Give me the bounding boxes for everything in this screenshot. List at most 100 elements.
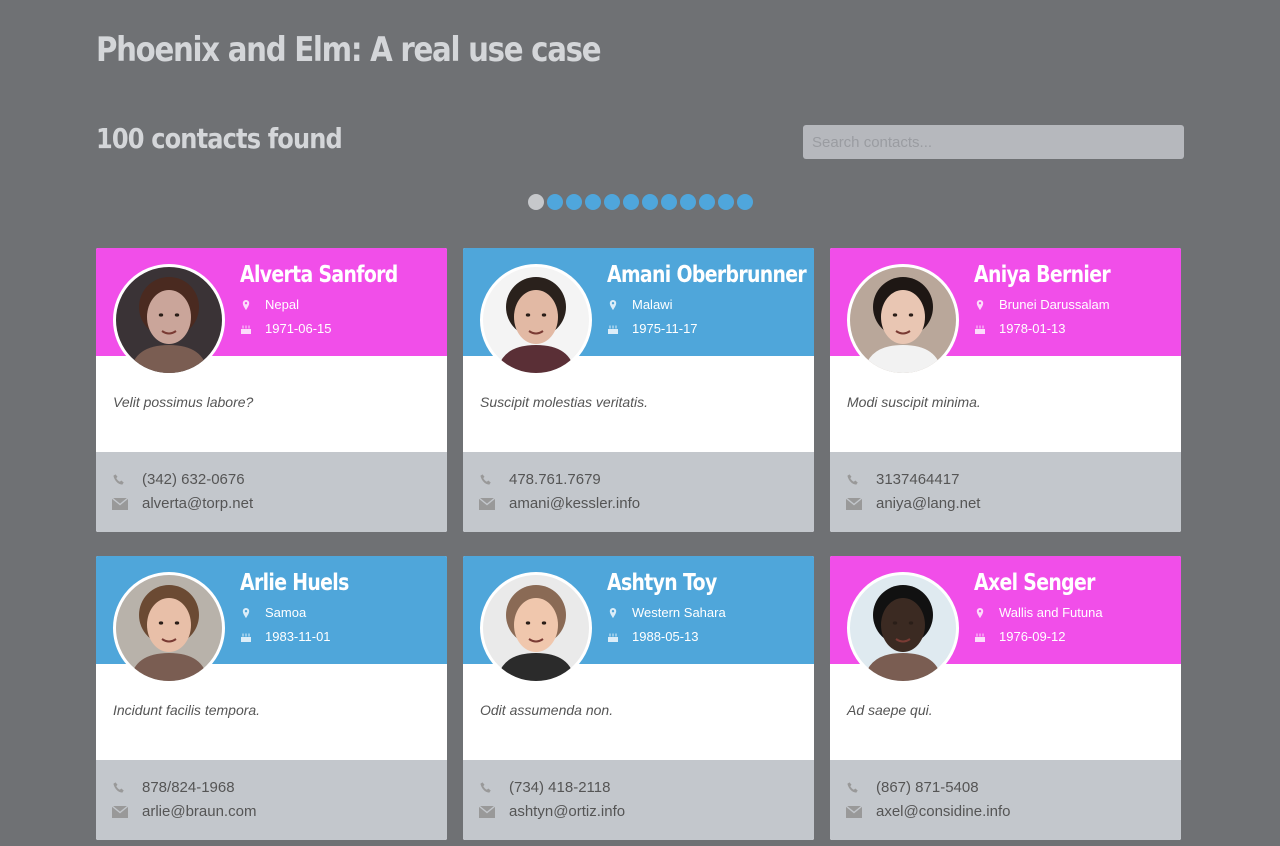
email-label[interactable]: ashtyn@ortiz.info [509, 803, 625, 820]
country-label: Samoa [265, 605, 307, 620]
envelope-icon [846, 496, 862, 512]
contact-phone: (734) 418-2118 [479, 779, 610, 796]
avatar [480, 264, 592, 376]
envelope-icon [846, 804, 862, 820]
contact-location: Samoa [240, 605, 306, 620]
contact-email[interactable]: ashtyn@ortiz.info [479, 803, 625, 820]
contact-birth-date: 1971-06-15 [240, 321, 332, 336]
country-label: Western Sahara [632, 605, 726, 620]
pagination-dot-10[interactable] [699, 194, 715, 210]
birth-date-label: 1976-09-12 [999, 629, 1066, 644]
contact-bio: Modi suscipit minima. [847, 394, 981, 410]
map-marker-icon [240, 299, 252, 311]
phone-icon [112, 780, 128, 796]
contacts-count: 100 contacts found [96, 122, 343, 155]
search-input[interactable] [803, 125, 1184, 159]
contact-bio: Velit possimus labore? [113, 394, 254, 410]
contact-name: Axel Senger [974, 570, 1095, 596]
birth-date-label: 1975-11-17 [632, 321, 698, 336]
country-label: Malawi [632, 297, 673, 312]
contact-email[interactable]: arlie@braun.com [112, 803, 256, 820]
pagination-dot-4[interactable] [585, 194, 601, 210]
birthday-cake-icon [607, 631, 619, 643]
birth-date-label: 1978-01-13 [999, 321, 1066, 336]
phone-label: 878/824-1968 [142, 779, 235, 796]
birth-date-label: 1988-05-13 [632, 629, 699, 644]
contact-name: Ashtyn Toy [607, 570, 717, 596]
phone-icon [112, 472, 128, 488]
phone-label: 3137464417 [876, 471, 960, 488]
birthday-cake-icon [240, 631, 252, 643]
contact-birth-date: 1988-05-13 [607, 629, 699, 644]
contact-bio: Incidunt facilis tempora. [113, 702, 261, 718]
country-label: Nepal [265, 297, 299, 312]
pagination-dot-5[interactable] [604, 194, 620, 210]
contact-name: Aniya Bernier [974, 262, 1111, 288]
avatar [113, 572, 225, 684]
pagination-dot-6[interactable] [623, 194, 639, 210]
birth-date-label: 1971-06-15 [265, 321, 332, 336]
contact-birth-date: 1978-01-13 [974, 321, 1066, 336]
avatar [480, 572, 592, 684]
avatar [847, 264, 959, 376]
contact-card[interactable]: Aniya Bernier Brunei Darussalam 1978-01-13… [830, 248, 1181, 532]
contact-birth-date: 1975-11-17 [607, 321, 698, 336]
contact-location: Western Sahara [607, 605, 726, 620]
pagination [528, 194, 753, 210]
contact-card[interactable]: Axel Senger Wallis and Futuna 1976-09-12 Ad… [830, 556, 1181, 840]
card-footer: 3137464417 aniya@lang.net [830, 452, 1181, 532]
map-marker-icon [240, 607, 252, 619]
pagination-dot-12[interactable] [737, 194, 753, 210]
email-label[interactable]: axel@considine.info [876, 803, 1010, 820]
birthday-cake-icon [607, 323, 619, 335]
email-label[interactable]: aniya@lang.net [876, 495, 980, 512]
phone-label: (734) 418-2118 [509, 779, 611, 796]
phone-label: 478.761.7679 [509, 471, 601, 488]
pagination-dot-3[interactable] [566, 194, 582, 210]
contact-bio: Suscipit molestias veritatis. [480, 394, 649, 410]
map-marker-icon [974, 607, 986, 619]
contact-email[interactable]: amani@kessler.info [479, 495, 640, 512]
contact-email[interactable]: axel@considine.info [846, 803, 1010, 820]
avatar [113, 264, 225, 376]
phone-icon [479, 780, 495, 796]
contact-card[interactable]: Ashtyn Toy Western Sahara 1988-05-13 Odit a… [463, 556, 814, 840]
email-label[interactable]: alverta@torp.net [142, 495, 253, 512]
card-footer: (867) 871-5408 axel@considine.info [830, 760, 1181, 840]
contact-location: Malawi [607, 297, 672, 312]
phone-icon [479, 472, 495, 488]
contact-card[interactable]: Arlie Huels Samoa 1983-11-01 Incidunt facil… [96, 556, 447, 840]
email-label[interactable]: amani@kessler.info [509, 495, 640, 512]
card-footer: (342) 632-0676 alverta@torp.net [96, 452, 447, 532]
contact-name: Amani Oberbrunner [607, 262, 807, 288]
pagination-dot-8[interactable] [661, 194, 677, 210]
envelope-icon [112, 804, 128, 820]
contact-email[interactable]: aniya@lang.net [846, 495, 980, 512]
country-label: Wallis and Futuna [999, 605, 1103, 620]
pagination-dot-7[interactable] [642, 194, 658, 210]
card-footer: 878/824-1968 arlie@braun.com [96, 760, 447, 840]
contact-phone: 478.761.7679 [479, 471, 601, 488]
contact-birth-date: 1983-11-01 [240, 629, 331, 644]
birthday-cake-icon [974, 631, 986, 643]
contact-name: Arlie Huels [240, 570, 349, 596]
birthday-cake-icon [240, 323, 252, 335]
contact-card[interactable]: Amani Oberbrunner Malawi 1975-11-17 Suscipi… [463, 248, 814, 532]
email-label[interactable]: arlie@braun.com [142, 803, 256, 820]
phone-icon [846, 472, 862, 488]
card-footer: (734) 418-2118 ashtyn@ortiz.info [463, 760, 814, 840]
pagination-dot-1[interactable] [528, 194, 544, 210]
contact-phone: (342) 632-0676 [112, 471, 245, 488]
contact-bio: Odit assumenda non. [480, 702, 614, 718]
contact-bio: Ad saepe qui. [847, 702, 933, 718]
pagination-dot-2[interactable] [547, 194, 563, 210]
contact-location: Brunei Darussalam [974, 297, 1110, 312]
phone-label: (342) 632-0676 [142, 471, 245, 488]
card-footer: 478.761.7679 amani@kessler.info [463, 452, 814, 532]
contact-card[interactable]: Alverta Sanford Nepal 1971-06-15 Velit poss… [96, 248, 447, 532]
contact-name: Alverta Sanford [240, 262, 398, 288]
pagination-dot-9[interactable] [680, 194, 696, 210]
contact-birth-date: 1976-09-12 [974, 629, 1066, 644]
contact-email[interactable]: alverta@torp.net [112, 495, 253, 512]
pagination-dot-11[interactable] [718, 194, 734, 210]
